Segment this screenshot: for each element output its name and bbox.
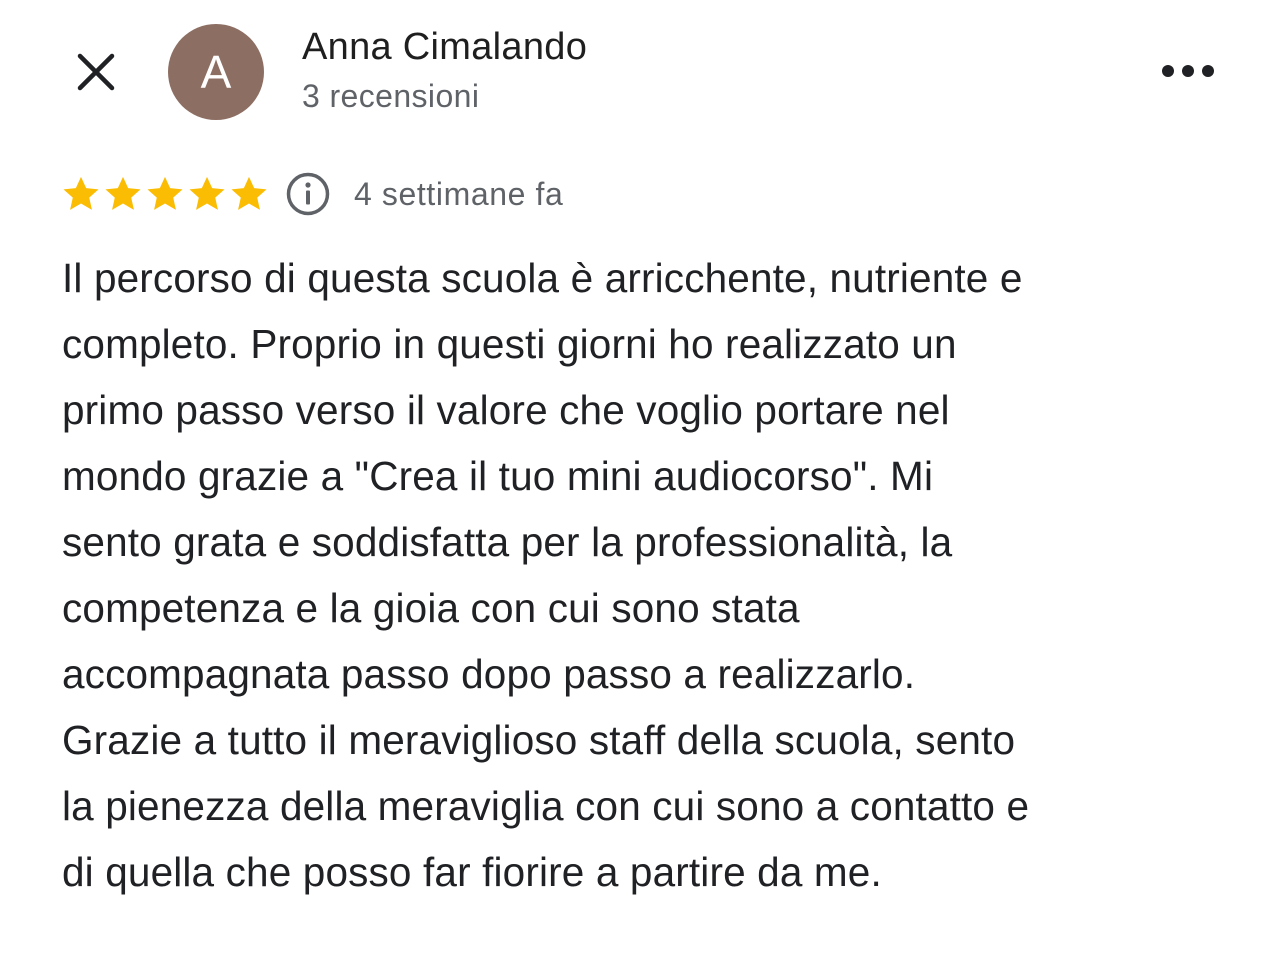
more-options-button[interactable] bbox=[1150, 46, 1226, 96]
review-text-line: di quella che posso far fiorire a partir… bbox=[62, 849, 882, 895]
review-text-line: primo passo verso il valore che voglio p… bbox=[62, 387, 950, 433]
review-text-line: mondo grazie a "Crea il tuo mini audioco… bbox=[62, 453, 934, 499]
user-name[interactable]: Anna Cimalando bbox=[302, 26, 587, 69]
review-header: A Anna Cimalando 3 recensioni bbox=[0, 0, 1284, 140]
review-date: 4 settimane fa bbox=[354, 175, 564, 212]
review-text-line: accompagnata passo dopo passo a realizza… bbox=[62, 651, 916, 697]
avatar[interactable]: A bbox=[168, 24, 264, 120]
review-text-line: Grazie a tutto il meraviglioso staff del… bbox=[62, 717, 1016, 763]
close-icon bbox=[77, 53, 115, 91]
rating-row: 4 settimane fa bbox=[60, 168, 563, 220]
review-text-line: la pienezza della meraviglia con cui son… bbox=[62, 783, 1030, 829]
star-icon bbox=[231, 176, 267, 210]
user-review-count: 3 recensioni bbox=[302, 78, 480, 114]
more-horizontal-icon bbox=[1162, 65, 1214, 77]
close-button[interactable] bbox=[64, 40, 128, 104]
review-text-line: sento grata e soddisfatta per la profess… bbox=[62, 519, 953, 565]
info-button[interactable] bbox=[284, 170, 332, 218]
review-text-line: Il percorso di questa scuola è arricchen… bbox=[62, 255, 1023, 301]
star-rating bbox=[60, 173, 270, 215]
avatar-letter: A bbox=[200, 46, 232, 98]
review-text: Il percorso di questa scuola è arricchen… bbox=[62, 245, 1242, 905]
star-icon bbox=[105, 176, 141, 210]
star-icon bbox=[63, 176, 99, 210]
info-icon bbox=[286, 172, 330, 216]
star-icon bbox=[189, 176, 225, 210]
review-text-line: competenza e la gioia con cui sono stata bbox=[62, 585, 800, 631]
review-text-line: completo. Proprio in questi giorni ho re… bbox=[62, 321, 957, 367]
star-icon bbox=[147, 176, 183, 210]
